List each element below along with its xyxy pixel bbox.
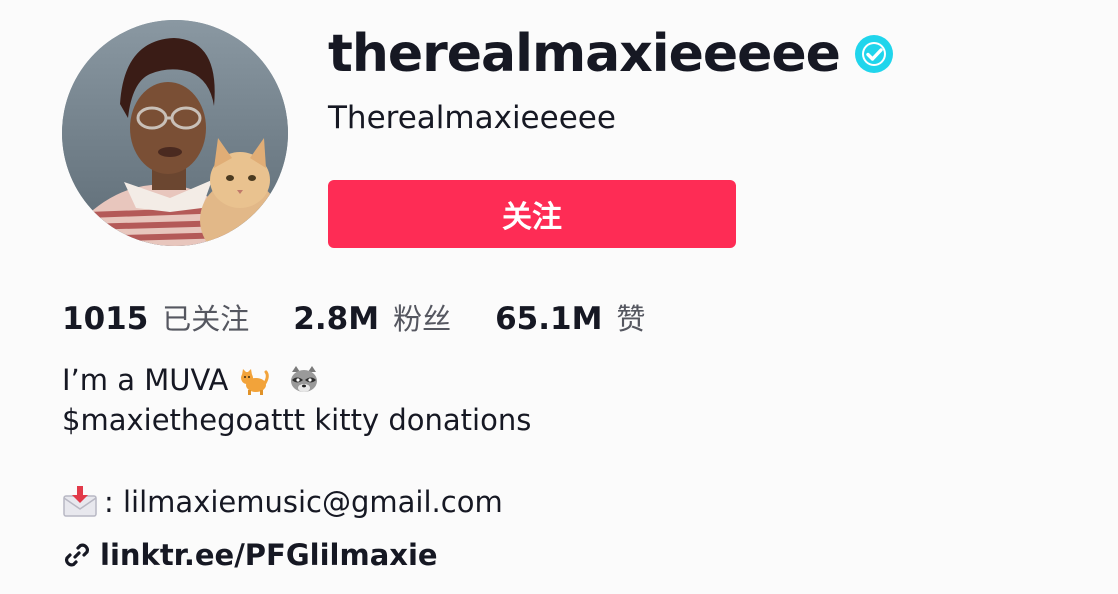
likes-label: 赞 <box>616 302 646 336</box>
follow-button[interactable]: 关注 <box>328 180 736 248</box>
nickname: Therealmaxieeeee <box>328 100 616 136</box>
bio: I’m a MUVA $maxiethegoattt kitty donatio… <box>62 360 531 440</box>
bio-line-1: I’m a MUVA <box>62 360 531 400</box>
inbox-tray-icon <box>63 486 97 517</box>
profile-stats: 1015 已关注 2.8M 粉丝 65.1M 赞 <box>62 296 645 338</box>
username: therealmaxieeeee <box>328 24 841 84</box>
stat-followers[interactable]: 2.8M 粉丝 <box>293 296 451 338</box>
link-text[interactable]: linktr.ee/PFGlilmaxie <box>100 538 438 572</box>
stat-likes: 65.1M 赞 <box>495 296 645 338</box>
contact-prefix: : <box>104 485 123 519</box>
profile-page: therealmaxieeeee Therealmaxieeeee 关注 101… <box>0 0 1118 594</box>
contact-email: : lilmaxiemusic@gmail.com <box>62 484 503 520</box>
bio-text-1: I’m a MUVA <box>62 363 229 397</box>
following-count: 1015 <box>62 301 149 337</box>
bio-line-2: $maxiethegoattt kitty donations <box>62 403 532 437</box>
following-label: 已关注 <box>162 302 250 336</box>
stat-following[interactable]: 1015 已关注 <box>62 296 249 338</box>
email-text[interactable]: lilmaxiemusic@gmail.com <box>123 485 503 519</box>
followers-count: 2.8M <box>293 301 380 337</box>
username-row: therealmaxieeeee <box>328 18 894 90</box>
profile-header: therealmaxieeeee Therealmaxieeeee <box>328 18 894 137</box>
avatar[interactable] <box>62 20 288 246</box>
likes-count: 65.1M <box>495 301 603 337</box>
avatar-image <box>62 20 288 246</box>
cat-emoji-icon <box>241 369 270 395</box>
followers-label: 粉丝 <box>393 302 452 336</box>
profile-link[interactable]: linktr.ee/PFGlilmaxie <box>62 538 438 572</box>
link-icon <box>65 543 89 567</box>
verified-badge-icon <box>854 35 893 73</box>
raccoon-emoji-icon <box>291 366 318 392</box>
